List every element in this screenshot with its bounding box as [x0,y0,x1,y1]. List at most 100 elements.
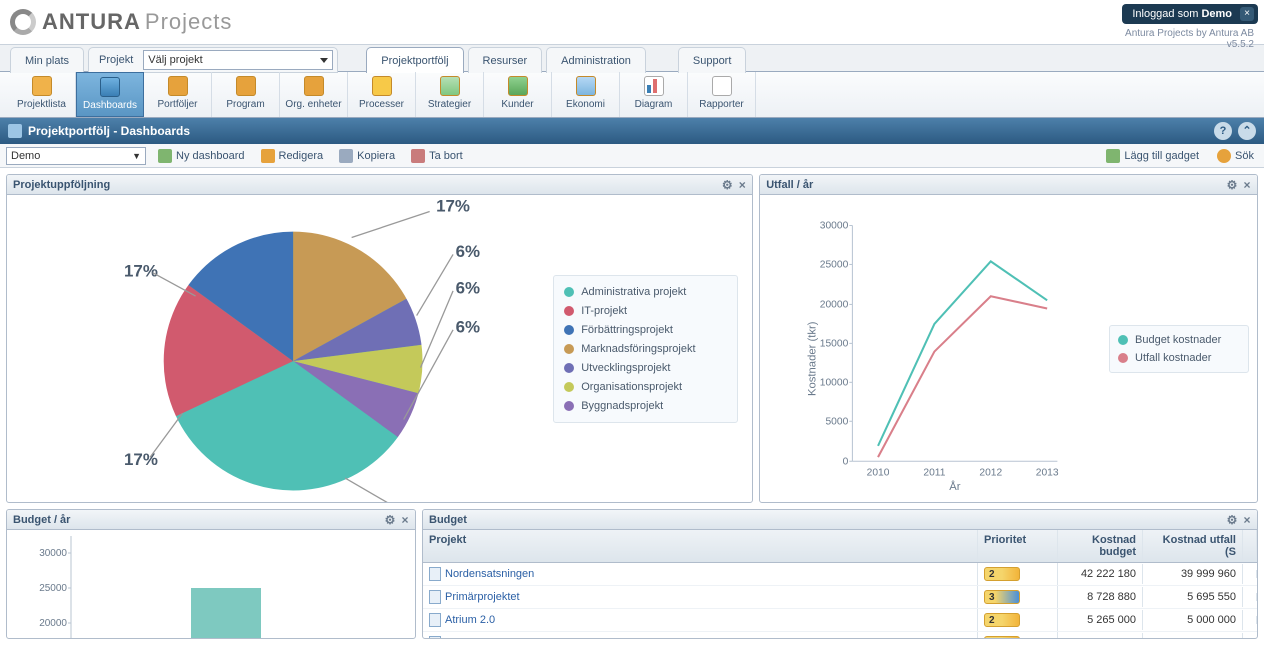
svg-text:30000: 30000 [39,548,67,559]
new-dashboard-button[interactable]: Ny dashboard [154,147,249,165]
breadcrumb-bar: Projektportfölj - Dashboards ? ⌃ [0,118,1264,144]
copy-icon [339,149,353,163]
table-row[interactable]: Nordensatsningen 2 42 222 180 39 999 960 [423,563,1257,586]
gadget-utfall-ar: Utfall / år ⚙× 0 5000 10000 15000 [759,174,1258,503]
priority-badge: 3 [984,590,1020,604]
copy-button[interactable]: Kopiera [335,147,399,165]
svg-text:17%: 17% [124,262,158,281]
ribbon-kunder[interactable]: Kunder [484,72,552,117]
gadget-title: Projektuppföljning [13,179,110,191]
edit-button[interactable]: Redigera [257,147,328,165]
gear-icon[interactable]: ⚙ [721,179,733,191]
table-row[interactable]: Primärprojektet 3 8 728 880 5 695 550 [423,586,1257,609]
program-icon [236,76,256,96]
ribbon-org-enheter[interactable]: Org. enheter [280,72,348,117]
help-icon[interactable]: ? [1214,122,1232,140]
ribbon-program[interactable]: Program [212,72,280,117]
gadget-header: Projektuppföljning ⚙× [7,175,752,195]
svg-text:Kostnader (tkr): Kostnader (tkr) [807,321,819,396]
ribbon-strategier[interactable]: Strategier [416,72,484,117]
project-select[interactable]: Välj projekt [143,50,333,70]
svg-text:25000: 25000 [39,583,67,594]
economy-icon [576,76,596,96]
close-icon[interactable]: × [1241,179,1253,191]
svg-text:6%: 6% [456,242,480,261]
svg-text:20000: 20000 [820,300,849,311]
svg-text:2010: 2010 [867,468,890,479]
tab-resurser[interactable]: Resurser [468,47,543,73]
svg-text:5000: 5000 [826,416,849,427]
ribbon-diagram[interactable]: Diagram [620,72,688,117]
priority-badge: 2 [984,613,1020,627]
svg-text:2013: 2013 [1036,468,1059,479]
col-projekt[interactable]: Projekt [423,530,978,562]
folder-icon [168,76,188,96]
gadget-projektuppfoljning: Projektuppföljning ⚙× [6,174,753,503]
svg-text:2012: 2012 [980,468,1003,479]
org-icon [304,76,324,96]
svg-text:15000: 15000 [820,338,849,349]
user-badge: Inloggad som Demo × [1122,4,1258,24]
dashboard-select-value: Demo [11,150,40,162]
ribbon-toolbar: Projektlista Dashboards Portföljer Progr… [0,72,1264,118]
tab-administration[interactable]: Administration [546,47,646,73]
svg-text:25000: 25000 [820,260,849,271]
ribbon-portfoljer[interactable]: Portföljer [144,72,212,117]
col-prioritet[interactable]: Prioritet [978,530,1058,562]
logged-in-label: Inloggad som [1132,8,1198,20]
priority-badge: 2 [984,567,1020,581]
version-label: v5.5.2 [1125,39,1254,50]
priority-badge: 2 [984,636,1020,638]
tab-support[interactable]: Support [678,47,747,73]
pie-chart: 17% 6% 6% 6% 33% 17% 17% [7,195,553,502]
project-link[interactable]: Atrium 2.0 [445,614,495,626]
col-budget[interactable]: Kostnad budget [1058,530,1143,562]
process-icon [372,76,392,96]
tab-min-plats[interactable]: Min plats [10,47,84,73]
svg-text:6%: 6% [456,279,480,298]
report-icon [712,76,732,96]
tab-projektportfolj[interactable]: Projektportfölj [366,47,463,73]
close-icon[interactable]: × [399,514,411,526]
project-link[interactable]: Fakturaprojektet [445,637,524,638]
logo-icon [10,9,36,35]
table-row[interactable]: Atrium 2.0 2 5 265 000 5 000 000 [423,609,1257,632]
table-header: Projekt Prioritet Kostnad budget Kostnad… [423,530,1257,563]
ribbon-processer[interactable]: Processer [348,72,416,117]
col-utfall[interactable]: Kostnad utfall (S [1143,530,1243,562]
search-button[interactable]: Sök [1213,147,1258,165]
project-link[interactable]: Primärprojektet [445,591,520,603]
breadcrumb-title: Projektportfölj - Dashboards [28,124,190,138]
project-select-value: Välj projekt [148,54,202,66]
credits: Antura Projects by Antura AB v5.5.2 [1125,28,1254,50]
dashboard-select[interactable]: Demo ▼ [6,147,146,165]
ribbon-projektlista[interactable]: Projektlista [8,72,76,117]
project-link[interactable]: Nordensatsningen [445,568,534,580]
table-row[interactable]: Fakturaprojektet 2 4 777 773 426 111 [423,632,1257,638]
scrollbar[interactable] [1243,530,1257,562]
svg-text:0: 0 [843,456,849,467]
svg-text:30000: 30000 [820,221,849,232]
add-icon [1106,149,1120,163]
close-icon[interactable]: × [736,179,748,191]
brand-name-2: Projects [145,9,232,35]
collapse-icon[interactable]: ⌃ [1238,122,1256,140]
ribbon-rapporter[interactable]: Rapporter [688,72,756,117]
close-icon[interactable]: × [1240,7,1254,21]
close-icon[interactable]: × [1241,514,1253,526]
document-icon [429,636,441,638]
gear-icon[interactable]: ⚙ [384,514,396,526]
tab-projekt[interactable]: Projekt Välj projekt [88,47,338,73]
ribbon-ekonomi[interactable]: Ekonomi [552,72,620,117]
ribbon-dashboards[interactable]: Dashboards [76,72,144,117]
line-legend: Budget kostnader Utfall kostnader [1109,325,1249,373]
svg-text:6%: 6% [456,318,480,337]
plus-icon [158,149,172,163]
gadget-body: 17% 6% 6% 6% 33% 17% 17% [7,195,752,502]
gear-icon[interactable]: ⚙ [1226,514,1238,526]
search-icon [1217,149,1231,163]
svg-text:10000: 10000 [820,377,849,388]
delete-button[interactable]: Ta bort [407,147,467,165]
add-gadget-button[interactable]: Lägg till gadget [1102,147,1203,165]
gear-icon[interactable]: ⚙ [1226,179,1238,191]
